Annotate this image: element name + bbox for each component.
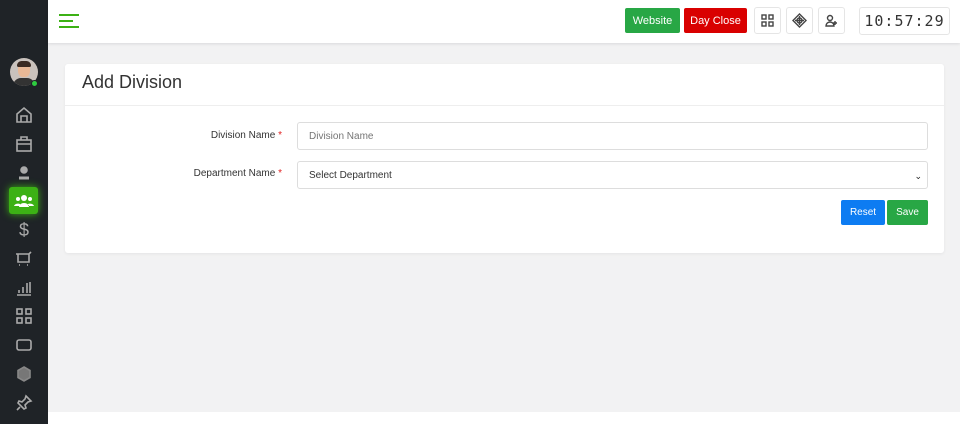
home-icon[interactable] <box>12 103 36 127</box>
department-name-label: Department Name * <box>194 168 282 179</box>
apps-icon[interactable] <box>12 304 36 328</box>
department-select-value: Select Department <box>309 169 392 181</box>
required-mark: * <box>278 168 282 179</box>
sidebar: $ <box>0 0 48 424</box>
briefcase-icon[interactable] <box>12 132 36 156</box>
page-title: Add Division <box>82 72 183 92</box>
reset-button[interactable]: Reset <box>841 200 885 225</box>
footer <box>48 412 960 424</box>
apps-grid-button[interactable] <box>754 7 781 34</box>
divider <box>65 105 944 106</box>
user-icon[interactable] <box>12 160 36 184</box>
division-name-label: Division Name * <box>211 130 282 141</box>
cart-icon[interactable] <box>12 247 36 271</box>
website-button[interactable]: Website <box>625 8 680 33</box>
division-name-input[interactable] <box>297 122 928 150</box>
department-select[interactable]: Select Department ⌄ <box>297 161 928 189</box>
add-user-button[interactable] <box>818 7 845 34</box>
tablet-icon[interactable] <box>12 333 36 357</box>
menu-toggle-icon[interactable] <box>59 14 79 28</box>
hexagon-icon[interactable] <box>12 362 36 386</box>
clock-display: 10:57:29 <box>859 7 950 35</box>
topbar: Website Day Close 10:57:29 <box>48 0 960 43</box>
online-status-icon <box>31 80 38 87</box>
users-icon[interactable] <box>9 187 38 214</box>
dollar-icon[interactable]: $ <box>12 218 36 242</box>
chart-icon[interactable] <box>12 276 36 300</box>
required-mark: * <box>278 130 282 141</box>
crosshair-button[interactable] <box>786 7 813 34</box>
add-division-card: Add Division Division Name * Department … <box>65 64 944 253</box>
save-button[interactable]: Save <box>887 200 928 225</box>
chevron-down-icon: ⌄ <box>914 171 922 181</box>
pin-icon[interactable] <box>12 391 36 415</box>
division-name-label-text: Division Name <box>210 130 276 141</box>
department-name-label-text: Department Name <box>193 168 276 179</box>
day-close-button[interactable]: Day Close <box>684 8 747 33</box>
